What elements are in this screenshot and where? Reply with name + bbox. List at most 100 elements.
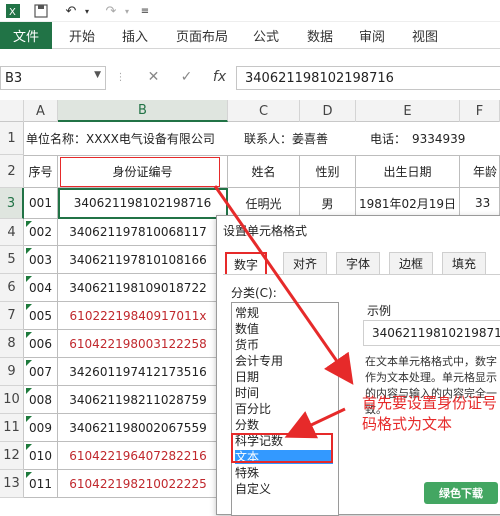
format-cells-dialog: 设置单元格格式 数字 对齐 字体 边框 填充 分类(C): 常规 数值 货币 会… [216,215,500,516]
category-item[interactable]: 百分比 [235,402,333,416]
error-indicator-icon [26,248,32,254]
phone-cell[interactable]: 电话： 9334939 [370,122,480,155]
cancel-icon[interactable]: ✕ [137,69,170,85]
row-header-1[interactable]: 1 [0,122,24,155]
ribbon-tabs: 文件 开始 插入 页面布局 公式 数据 审阅 视图 [0,22,500,49]
contact-cell[interactable]: 联系人：姜喜善 [244,122,354,155]
cell-id[interactable]: 340621197810108166 [58,246,218,274]
save-icon[interactable] [32,2,50,20]
category-item[interactable]: 会计专用 [235,354,333,368]
tab-fill[interactable]: 填充 [442,252,486,274]
name-box-value: B3 [5,70,23,86]
category-item[interactable]: 时间 [235,386,333,400]
category-item[interactable]: 数值 [235,322,333,336]
row-header-8[interactable]: 8 [0,330,24,358]
error-indicator-icon [26,444,32,450]
column-header-b[interactable]: B [58,100,228,122]
category-item[interactable]: 分数 [235,418,333,432]
row-header-6[interactable]: 6 [0,274,24,302]
cell-id[interactable]: 610422198003122258 [58,330,218,358]
company-name-cell[interactable]: 单位名称：XXXX电气设备有限公司 [26,122,230,155]
row-header-2[interactable]: 2 [0,155,24,188]
title-bar: X ↶ ▾ ↷ ▾ ≡ [0,0,500,22]
category-item[interactable]: 自定义 [235,482,333,496]
tab-alignment[interactable]: 对齐 [283,252,327,274]
row-header-10[interactable]: 10 [0,386,24,414]
select-all-corner[interactable] [0,100,24,122]
enter-icon[interactable]: ✓ [170,69,203,85]
cell-id[interactable]: 610422196407282216 [58,442,218,470]
category-label: 分类(C): [231,286,277,300]
category-item[interactable]: 特殊 [235,466,333,480]
tab-insert[interactable]: 插入 [122,22,148,49]
tab-formulas[interactable]: 公式 [253,22,279,49]
row-header-4[interactable]: 4 [0,219,24,246]
tab-number[interactable]: 数字 [225,252,267,274]
row-header-11[interactable]: 11 [0,414,24,442]
undo-icon[interactable]: ↶ [60,2,82,20]
name-box[interactable]: B3 ▼ [0,66,106,90]
error-indicator-icon [26,388,32,394]
cell-id[interactable]: 340621198002067559 [58,414,218,442]
chevron-down-icon[interactable]: ▼ [94,70,101,80]
column-headers: A B C D E F [0,100,500,122]
category-list[interactable]: 常规 数值 货币 会计专用 日期 时间 百分比 分数 科学记数 文本 特殊 自定… [231,302,339,516]
category-item[interactable]: 常规 [235,306,333,320]
header-cell-name[interactable]: 姓名 [228,155,300,188]
insert-function-icon[interactable]: fx [203,69,236,85]
header-cell-birth[interactable]: 出生日期 [356,155,460,188]
tab-font[interactable]: 字体 [336,252,380,274]
error-indicator-icon [26,221,32,227]
formula-input[interactable]: 340621198102198716 [236,66,500,90]
cell-id[interactable]: 342601197412173516 [58,358,218,386]
excel-logo-icon: X [4,2,22,20]
highlight-box [60,157,220,187]
category-item[interactable]: 货币 [235,338,333,352]
redo-dropdown-icon[interactable]: ▾ [122,2,132,20]
tab-data[interactable]: 数据 [307,22,333,49]
tab-view[interactable]: 视图 [412,22,438,49]
category-item[interactable]: 日期 [235,370,333,384]
cell-id[interactable]: 610422198210022225 [58,470,218,498]
redo-icon[interactable]: ↷ [100,2,122,20]
tab-divider [223,274,500,275]
row-header-7[interactable]: 7 [0,302,24,330]
cell-id[interactable]: 340621197810068117 [58,219,218,246]
column-header-a[interactable]: A [24,100,58,122]
column-header-e[interactable]: E [356,100,460,122]
cell-id[interactable]: 61022219840917011x [58,302,218,330]
row-header-12[interactable]: 12 [0,442,24,470]
column-header-d[interactable]: D [300,100,356,122]
error-indicator-icon [26,360,32,366]
column-header-f[interactable]: F [460,100,500,122]
instruction-note: 首先要设置身份证号码格式为文本 [362,394,498,433]
cell-b3-selected[interactable]: 340621198102198716 [58,188,228,219]
header-cell-num[interactable]: 序号 [24,155,58,188]
formula-buttons: ⋮ ✕ ✓ fx [104,66,236,88]
tab-file[interactable]: 文件 [0,22,52,49]
tab-border[interactable]: 边框 [389,252,433,274]
cell-a3[interactable]: 001 [24,188,58,219]
cell-id[interactable]: 340621198211028759 [58,386,218,414]
header-cell-age[interactable]: 年龄 [460,155,500,188]
row-header-3[interactable]: 3 [0,188,24,219]
tab-page-layout[interactable]: 页面布局 [176,22,228,49]
error-indicator-icon [26,276,32,282]
tab-home[interactable]: 开始 [69,22,95,49]
row-header-13[interactable]: 13 [0,470,24,498]
row-header-5[interactable]: 5 [0,246,24,274]
error-indicator-icon [26,416,32,422]
undo-dropdown-icon[interactable]: ▾ [82,2,92,20]
sample-value: 340621198102198716 [363,320,500,346]
dialog-title: 设置单元格格式 [223,224,308,238]
cell-id[interactable]: 340621198109018722 [58,274,218,302]
column-header-c[interactable]: C [228,100,300,122]
error-indicator-icon [26,304,32,310]
selection-highlight-box [231,433,333,463]
more-icon: ⋮ [115,71,126,83]
header-cell-gender[interactable]: 性别 [300,155,356,188]
row-header-9[interactable]: 9 [0,358,24,386]
tab-review[interactable]: 审阅 [359,22,385,49]
watermark-logo: 绿色下载 [424,482,498,504]
customize-qat-icon[interactable]: ≡ [138,2,152,20]
